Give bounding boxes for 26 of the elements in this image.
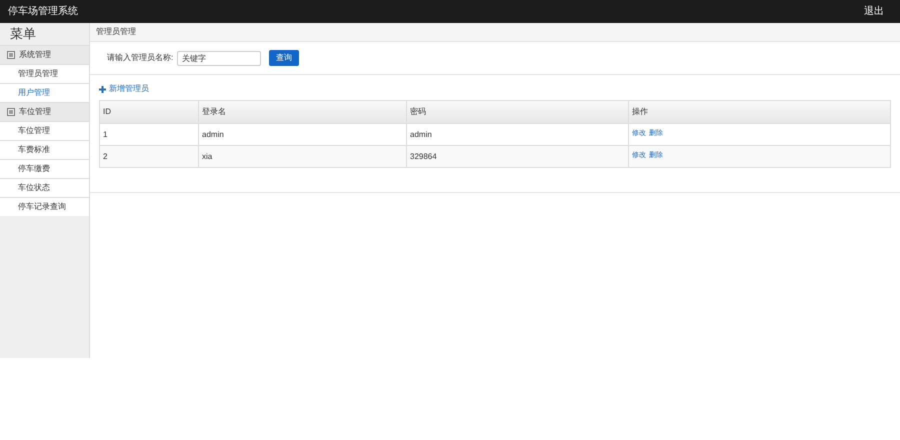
- sidebar-item[interactable]: 停车记录查询: [0, 197, 89, 216]
- sidebar-item[interactable]: 车位管理: [0, 121, 89, 140]
- app-title: 停车场管理系统: [8, 4, 78, 19]
- sidebar-item[interactable]: 管理员管理: [0, 64, 89, 83]
- add-admin-link[interactable]: 新增管理员: [99, 83, 149, 95]
- list-icon: [7, 108, 15, 116]
- group-label: 系统管理: [19, 49, 51, 61]
- menu-title: 菜单: [9, 25, 37, 44]
- sidebar-item[interactable]: 用户管理: [0, 83, 89, 102]
- plus-icon: [99, 86, 106, 92]
- sidebar-item[interactable]: 车位状态: [0, 178, 89, 197]
- menu-group-header[interactable]: 系统管理: [0, 45, 89, 64]
- list-icon: [7, 51, 15, 59]
- logout-link[interactable]: 退出: [864, 4, 884, 19]
- table-cell: xia: [199, 146, 407, 167]
- breadcrumb: 管理员管理: [96, 26, 136, 38]
- column-header: 操作: [631, 106, 649, 118]
- search-field[interactable]: 关键字: [177, 50, 262, 66]
- table-cell: 2: [100, 146, 199, 167]
- menu-group-header[interactable]: 车位管理: [0, 102, 89, 121]
- sidebar-item[interactable]: 停车缴费: [0, 159, 89, 178]
- sidebar-item[interactable]: 车费标准: [0, 140, 89, 159]
- search-label: 请输入管理员名称:: [107, 52, 174, 64]
- table-cell: 329864: [407, 146, 629, 167]
- query-button[interactable]: 查询: [269, 50, 300, 66]
- group-label: 车位管理: [19, 106, 51, 118]
